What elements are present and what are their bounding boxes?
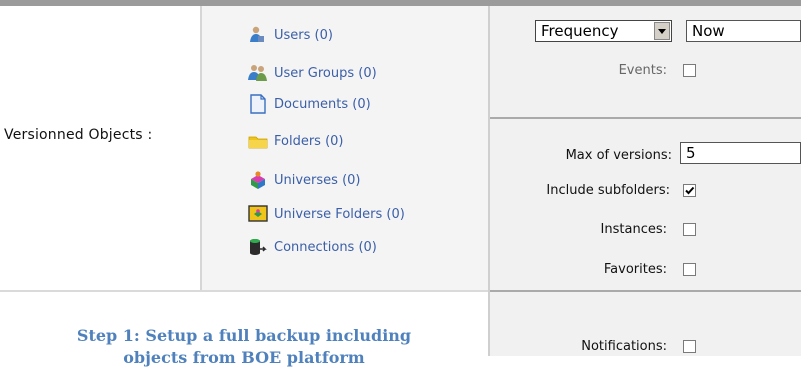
object-item-folders[interactable]: Folders (0): [248, 131, 344, 151]
universe-folder-icon: [248, 204, 268, 224]
favorites-label: Favorites:: [603, 262, 667, 277]
object-item-documents[interactable]: Documents (0): [250, 94, 371, 114]
frequency-select-value: Frequency: [541, 22, 619, 40]
label-column: [0, 6, 200, 290]
connection-icon: [248, 237, 268, 257]
object-item-label: User Groups (0): [274, 65, 377, 81]
max-versions-label: Max of versions:: [565, 148, 672, 163]
include-subfolders-label: Include subfolders:: [546, 183, 670, 198]
chevron-down-icon[interactable]: [654, 22, 670, 40]
object-item-user-groups[interactable]: User Groups (0): [248, 63, 377, 83]
object-item-universes[interactable]: Universes (0): [251, 170, 361, 190]
object-item-label: Universe Folders (0): [274, 206, 405, 222]
versioned-objects-label: Versionned Objects :: [4, 127, 153, 143]
notifications-checkbox[interactable]: [683, 340, 696, 353]
step-caption-line2: objects from BOE platform: [123, 348, 365, 367]
instances-label: Instances:: [600, 222, 667, 237]
frequency-value-field[interactable]: Now: [686, 20, 801, 42]
object-item-label: Universes (0): [274, 172, 361, 188]
object-item-label: Users (0): [274, 27, 333, 43]
object-item-universe-folders[interactable]: Universe Folders (0): [248, 204, 405, 224]
folder-icon: [248, 131, 268, 151]
section-divider: [490, 290, 801, 292]
step-caption-line1: Step 1: Setup a full backup including: [76, 326, 412, 345]
user-groups-icon: [248, 63, 268, 83]
instances-checkbox[interactable]: [683, 223, 696, 236]
favorites-checkbox[interactable]: [683, 263, 696, 276]
notifications-label: Notifications:: [581, 339, 667, 354]
object-item-users[interactable]: Users (0): [250, 25, 333, 45]
settings-panel: [490, 6, 801, 356]
users-icon: [248, 25, 268, 45]
divider: [0, 290, 488, 292]
document-icon: [248, 94, 268, 114]
include-subfolders-checkbox[interactable]: [683, 184, 696, 197]
object-item-label: Connections (0): [274, 239, 377, 255]
column-divider: [200, 6, 202, 290]
checkmark-icon: [685, 186, 695, 195]
events-checkbox[interactable]: [683, 64, 696, 77]
universe-icon: [248, 170, 268, 190]
object-item-connections[interactable]: Connections (0): [250, 237, 377, 257]
caption-area: [0, 290, 488, 356]
object-item-label: Documents (0): [274, 96, 371, 112]
section-divider: [490, 117, 801, 119]
events-label: Events:: [618, 63, 667, 78]
max-versions-field[interactable]: 5: [680, 142, 801, 164]
frequency-select[interactable]: Frequency: [535, 20, 672, 42]
object-item-label: Folders (0): [274, 133, 344, 149]
